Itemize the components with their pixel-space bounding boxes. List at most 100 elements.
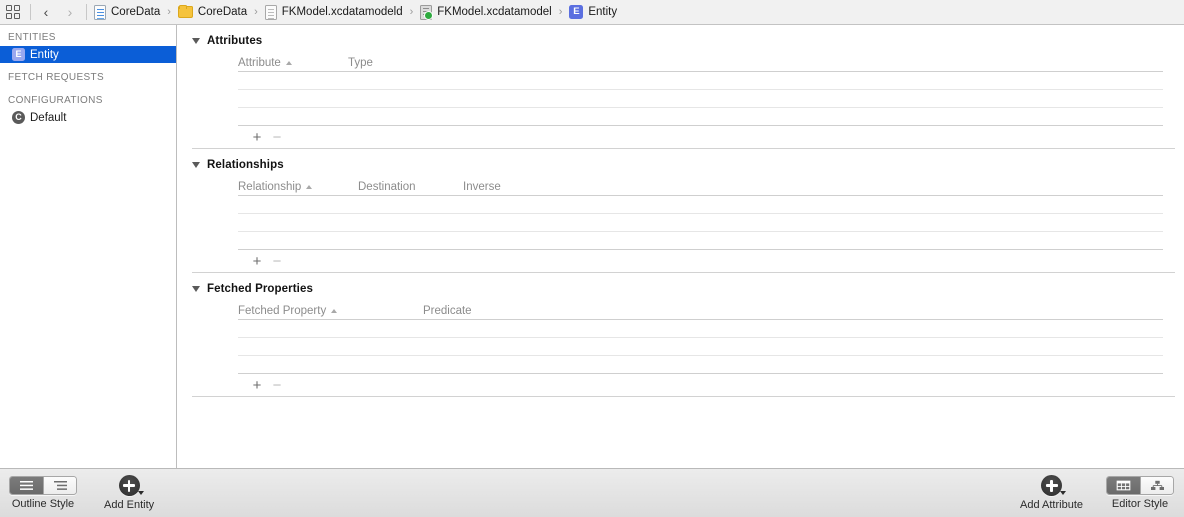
breadcrumb-item-project[interactable]: CoreData: [93, 4, 161, 20]
section-attributes-header[interactable]: Attributes: [178, 25, 1184, 53]
column-header-fetched-property[interactable]: Fetched Property: [238, 305, 423, 317]
menu-caret-icon[interactable]: [137, 491, 144, 495]
relationships-table-actions: + −: [238, 250, 1163, 272]
plus-circle-icon[interactable]: [1041, 475, 1066, 496]
relationships-table: Relationship Destination Inverse + −: [238, 177, 1163, 272]
table-grid-icon: [1116, 480, 1131, 491]
model-editor-pane: Attributes Attribute Type + − Relationsh…: [178, 25, 1184, 468]
blue-document-icon: [94, 4, 106, 20]
breadcrumb-item-entity[interactable]: E Entity: [568, 5, 618, 19]
entity-e-icon: E: [12, 48, 25, 61]
table-header-row: Fetched Property Predicate: [238, 301, 1163, 319]
fetched-properties-table: Fetched Property Predicate + −: [238, 301, 1163, 396]
table-header-row: Attribute Type: [238, 53, 1163, 71]
editor-style-segmented-control[interactable]: [1106, 476, 1174, 495]
editor-style-table-option[interactable]: [1107, 477, 1140, 494]
sidebar-group-entities-header: ENTITIES: [8, 32, 56, 43]
table-row[interactable]: [238, 356, 1163, 373]
column-header-type[interactable]: Type: [348, 57, 373, 69]
breadcrumb-label: Entity: [588, 6, 618, 18]
add-entity-label: Add Entity: [104, 499, 155, 511]
table-row[interactable]: [238, 90, 1163, 107]
disclosure-triangle-icon[interactable]: [192, 38, 200, 44]
sidebar-item-label: Default: [30, 111, 67, 124]
section-fetched-properties-header[interactable]: Fetched Properties: [178, 273, 1184, 301]
fetched-properties-table-actions: + −: [238, 374, 1163, 396]
back-chevron-icon[interactable]: ‹: [37, 3, 55, 21]
column-label: Relationship: [238, 181, 302, 193]
breadcrumb-label: CoreData: [197, 6, 248, 18]
add-attribute-row-button[interactable]: +: [247, 130, 267, 145]
column-label: Attribute: [238, 57, 281, 69]
section-relationships: Relationships Relationship Destination I…: [178, 149, 1184, 272]
disclosure-triangle-icon[interactable]: [192, 286, 200, 292]
remove-relationship-row-button[interactable]: −: [267, 254, 287, 269]
xcode-coredata-editor-window: ‹ › CoreData › CoreData › FKModel.xcdata…: [0, 0, 1184, 517]
disclosure-triangle-icon[interactable]: [192, 162, 200, 168]
table-row[interactable]: [238, 338, 1163, 355]
sort-ascending-icon: [306, 185, 313, 189]
outline-style-hierarchy-option[interactable]: [43, 477, 76, 494]
breadcrumb-item-xcdatamodeld[interactable]: FKModel.xcdatamodeld: [264, 4, 404, 20]
column-header-attribute[interactable]: Attribute: [238, 57, 348, 69]
editor-style-graph-option[interactable]: [1140, 477, 1173, 494]
remove-fetched-property-row-button[interactable]: −: [267, 378, 287, 393]
hierarchy-list-icon: [53, 481, 67, 490]
flat-list-icon: [20, 481, 33, 490]
breadcrumb-separator: ›: [167, 6, 171, 18]
table-row[interactable]: [238, 320, 1163, 337]
column-label: Inverse: [463, 181, 501, 193]
breadcrumb-separator: ›: [254, 6, 258, 18]
breadcrumb-item-xcdatamodel[interactable]: FKModel.xcdatamodel: [419, 4, 552, 20]
outline-style-segmented-control[interactable]: [9, 476, 77, 495]
configuration-c-icon: C: [12, 111, 25, 124]
add-fetched-property-row-button[interactable]: +: [247, 378, 267, 393]
column-label: Predicate: [423, 305, 472, 317]
column-header-relationship[interactable]: Relationship: [238, 181, 358, 193]
outline-style-control: Outline Style: [9, 476, 77, 510]
table-header-row: Relationship Destination Inverse: [238, 177, 1163, 195]
editor-style-label: Editor Style: [1111, 498, 1169, 510]
sidebar-item-default-configuration[interactable]: C Default: [0, 109, 176, 126]
breadcrumb-separator: ›: [409, 6, 414, 18]
breadcrumb-item-folder[interactable]: CoreData: [177, 4, 248, 18]
sidebar-group-fetch-requests-header: FETCH REQUESTS: [8, 72, 105, 83]
add-relationship-row-button[interactable]: +: [247, 254, 267, 269]
entity-e-icon: E: [569, 5, 584, 19]
table-row[interactable]: [238, 72, 1163, 89]
table-row[interactable]: [238, 196, 1163, 213]
table-row[interactable]: [238, 108, 1163, 125]
table-row[interactable]: [238, 214, 1163, 231]
column-label: Destination: [358, 181, 416, 193]
grid-squares-icon[interactable]: [6, 4, 21, 20]
column-header-predicate[interactable]: Predicate: [423, 305, 472, 317]
remove-attribute-row-button[interactable]: −: [267, 130, 287, 145]
editor-bottom-bar: Outline Style Add Entity Add Attribute E…: [0, 468, 1184, 517]
editor-style-control: Editor Style: [1106, 476, 1174, 510]
forward-chevron-icon[interactable]: ›: [61, 3, 79, 21]
section-title: Fetched Properties: [207, 283, 313, 295]
outline-style-flat-option[interactable]: [10, 477, 43, 494]
breadcrumb: CoreData › CoreData › FKModel.xcdatamode…: [93, 4, 1184, 20]
entities-sidebar: ENTITIES E Entity FETCH REQUESTS CONFIGU…: [0, 25, 177, 468]
add-attribute-label: Add Attribute: [1020, 499, 1083, 511]
column-label: Fetched Property: [238, 305, 327, 317]
section-relationships-header[interactable]: Relationships: [178, 149, 1184, 177]
sidebar-item-entity[interactable]: E Entity: [0, 46, 176, 63]
section-title: Relationships: [207, 159, 284, 171]
sort-ascending-icon: [285, 61, 292, 65]
breadcrumb-label: FKModel.xcdatamodeld: [281, 6, 403, 18]
column-header-destination[interactable]: Destination: [358, 181, 463, 193]
table-row[interactable]: [238, 232, 1163, 249]
column-header-inverse[interactable]: Inverse: [463, 181, 501, 193]
graph-nodes-icon: [1150, 480, 1164, 490]
jump-bar-divider-2: [86, 4, 87, 20]
breadcrumb-separator: ›: [558, 6, 563, 18]
jump-bar-divider: [30, 4, 31, 20]
jump-bar: ‹ › CoreData › CoreData › FKModel.xcdata…: [0, 0, 1184, 25]
column-label: Type: [348, 57, 373, 69]
model-document-badge-icon: [420, 4, 434, 20]
attributes-table: Attribute Type + −: [238, 53, 1163, 148]
menu-caret-icon[interactable]: [1060, 491, 1066, 495]
plus-circle-icon[interactable]: [118, 475, 144, 496]
